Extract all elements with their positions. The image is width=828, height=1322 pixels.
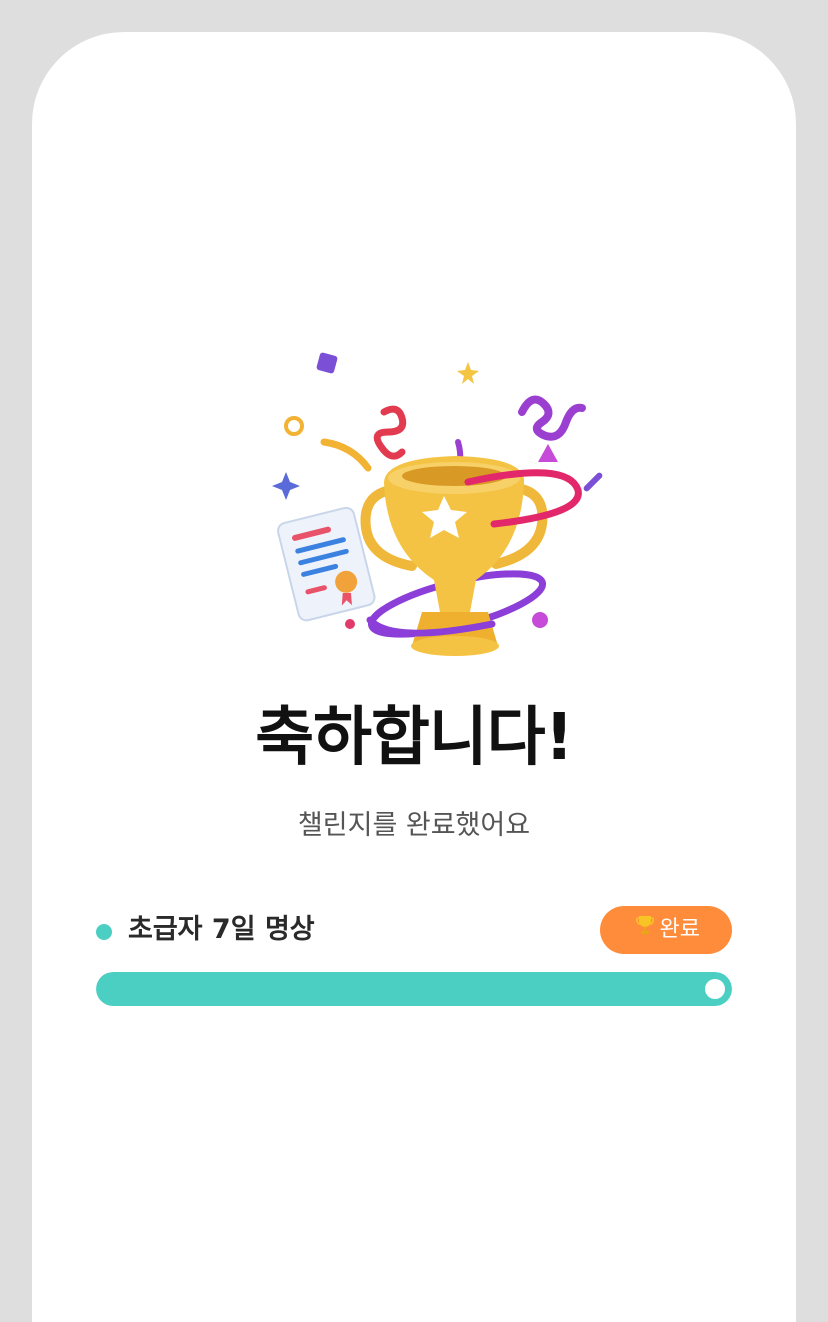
progress-knob bbox=[705, 979, 725, 999]
trophy-celebration-icon bbox=[272, 352, 603, 656]
page-subtitle: 챌린지를 완료했어요 bbox=[297, 810, 531, 841]
progress-fill bbox=[96, 972, 732, 1006]
phone-screen: 축하합니다! 챌린지를 완료했어요 초급자 7일 명상 완료 bbox=[32, 32, 796, 1322]
challenge-name: 초급자 7일 명상 bbox=[128, 914, 315, 945]
completed-badge: 완료 bbox=[599, 906, 732, 954]
challenge-progress-bar bbox=[96, 972, 732, 1006]
challenge-dot bbox=[96, 924, 112, 940]
page-title: 축하합니다! bbox=[255, 701, 574, 775]
trophy-icon bbox=[635, 906, 654, 954]
completed-badge-label: 완료 bbox=[659, 917, 700, 942]
challenge-row: 초급자 7일 명상 완료 bbox=[96, 904, 732, 958]
